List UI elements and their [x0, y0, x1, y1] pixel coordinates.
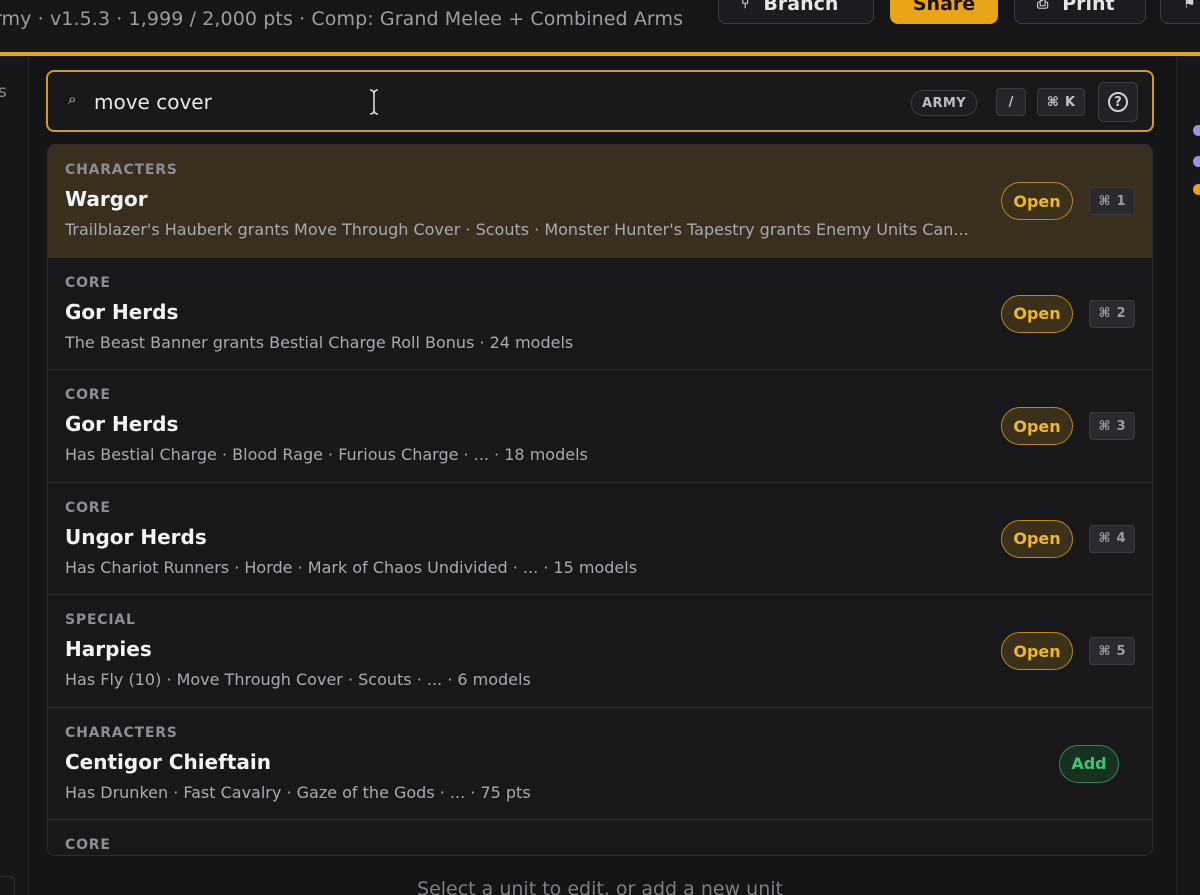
results-list: CHARACTERS Wargor Trailblazer's Hauberk …	[47, 144, 1153, 856]
result-description: Trailblazer's Hauberk grants Move Throug…	[65, 220, 969, 239]
status-dot	[1193, 184, 1200, 195]
command-key-icon: ⌘	[1046, 94, 1059, 110]
row-shortcut-kbd: ⌘ 5	[1089, 637, 1135, 665]
result-description: Has Bestial Charge · Blood Rage · Furiou…	[65, 445, 588, 464]
branch-label: Branch	[763, 0, 839, 15]
more-button[interactable]: ⚑	[1160, 0, 1200, 24]
left-panel-label: s	[0, 82, 7, 102]
command-key-icon: ⌘	[1098, 306, 1111, 321]
shortcut-slash-kbd: /	[996, 88, 1026, 116]
shortcut-cmd-k-kbd: ⌘ K	[1037, 88, 1085, 116]
result-name: Gor Herds	[65, 299, 179, 324]
search-icon: ⌕	[68, 90, 77, 108]
result-description: The Beast Banner grants Bestial Charge R…	[65, 332, 574, 352]
result-row[interactable]: CORE	[48, 820, 1152, 855]
result-row[interactable]: CHARACTERS Centigor Chieftain Has Drunke…	[48, 708, 1152, 820]
result-name: Ungor Herds	[65, 524, 207, 549]
help-button[interactable]: ?	[1098, 82, 1138, 122]
status-dot	[1193, 125, 1200, 136]
command-key-icon: ⌘	[1098, 531, 1111, 546]
left-panel: s	[0, 56, 29, 895]
open-button[interactable]: Open	[1001, 294, 1073, 333]
result-row[interactable]: CORE Ungor Herds Has Chariot Runners · H…	[48, 483, 1152, 595]
row-shortcut-key: 4	[1116, 531, 1126, 546]
result-category: SPECIAL	[65, 612, 136, 628]
scope-pill[interactable]: ARMY	[911, 90, 978, 116]
empty-state-hint: Select a unit to edit, or add a new unit	[417, 878, 783, 895]
result-name: Wargor	[65, 187, 148, 211]
shortcut-key: K	[1064, 94, 1076, 110]
status-dot	[1193, 156, 1200, 167]
command-key-icon: ⌘	[1098, 418, 1111, 434]
row-shortcut-key: 5	[1116, 643, 1126, 659]
row-shortcut-kbd: ⌘ 2	[1089, 299, 1135, 328]
result-name: Centigor Chieftain	[65, 749, 271, 774]
text-cursor-icon	[369, 89, 379, 115]
row-shortcut-kbd: ⌘ 3	[1089, 412, 1135, 440]
result-row[interactable]: SPECIAL Harpies Has Fly (10) · Move Thro…	[48, 595, 1152, 708]
result-row[interactable]: CORE Gor Herds Has Bestial Charge · Bloo…	[48, 370, 1152, 483]
command-search: ⌕ ARMY / ⌘ K ?	[46, 70, 1154, 132]
print-button[interactable]: ⎙ Print	[1014, 0, 1146, 24]
help-icon: ?	[1108, 92, 1128, 112]
result-category: CORE	[65, 274, 111, 291]
share-label: Share	[912, 0, 976, 15]
result-row[interactable]: CHARACTERS Wargor Trailblazer's Hauberk …	[48, 145, 1152, 258]
result-description: Has Drunken · Fast Cavalry · Gaze of the…	[65, 782, 531, 802]
result-description: Has Fly (10) · Move Through Cover · Scou…	[65, 670, 531, 689]
row-shortcut-kbd: ⌘ 1	[1089, 187, 1135, 215]
result-category: CORE	[65, 387, 111, 403]
open-button[interactable]: Open	[1001, 632, 1073, 670]
result-name: Gor Herds	[65, 412, 179, 436]
branch-icon: ⑂	[741, 0, 750, 12]
command-key-icon: ⌘	[1098, 193, 1111, 209]
flag-icon: ⚑	[1183, 0, 1196, 12]
open-button[interactable]: Open	[1001, 182, 1073, 220]
search-input[interactable]	[92, 86, 336, 118]
army-meta: rmy · v1.5.3 · 1,999 / 2,000 pts · Comp:…	[0, 8, 684, 30]
result-category: CORE	[65, 499, 111, 516]
command-key-icon: ⌘	[1098, 643, 1111, 659]
top-bar: rmy · v1.5.3 · 1,999 / 2,000 pts · Comp:…	[0, 0, 1200, 56]
open-button[interactable]: Open	[1001, 407, 1073, 445]
branch-button[interactable]: ⑂ Branch	[718, 0, 874, 24]
result-name: Harpies	[65, 637, 152, 661]
result-category: CHARACTERS	[65, 724, 178, 741]
row-shortcut-kbd: ⌘ 4	[1089, 524, 1135, 553]
share-button[interactable]: Share	[890, 0, 998, 24]
result-category: CORE	[65, 837, 111, 853]
row-shortcut-key: 2	[1116, 306, 1126, 321]
row-shortcut-key: 1	[1116, 193, 1126, 209]
right-panel	[1176, 56, 1200, 895]
open-button[interactable]: Open	[1001, 519, 1073, 558]
app-window: rmy · v1.5.3 · 1,999 / 2,000 pts · Comp:…	[0, 0, 1200, 895]
row-shortcut-key: 3	[1116, 418, 1126, 434]
printer-icon: ⎙	[1037, 0, 1049, 12]
add-button[interactable]: Add	[1059, 744, 1119, 783]
result-description: Has Chariot Runners · Horde · Mark of Ch…	[65, 557, 638, 577]
result-category: CHARACTERS	[65, 162, 178, 178]
print-label: Print	[1062, 0, 1115, 15]
result-row[interactable]: CORE Gor Herds The Beast Banner grants B…	[48, 258, 1152, 370]
